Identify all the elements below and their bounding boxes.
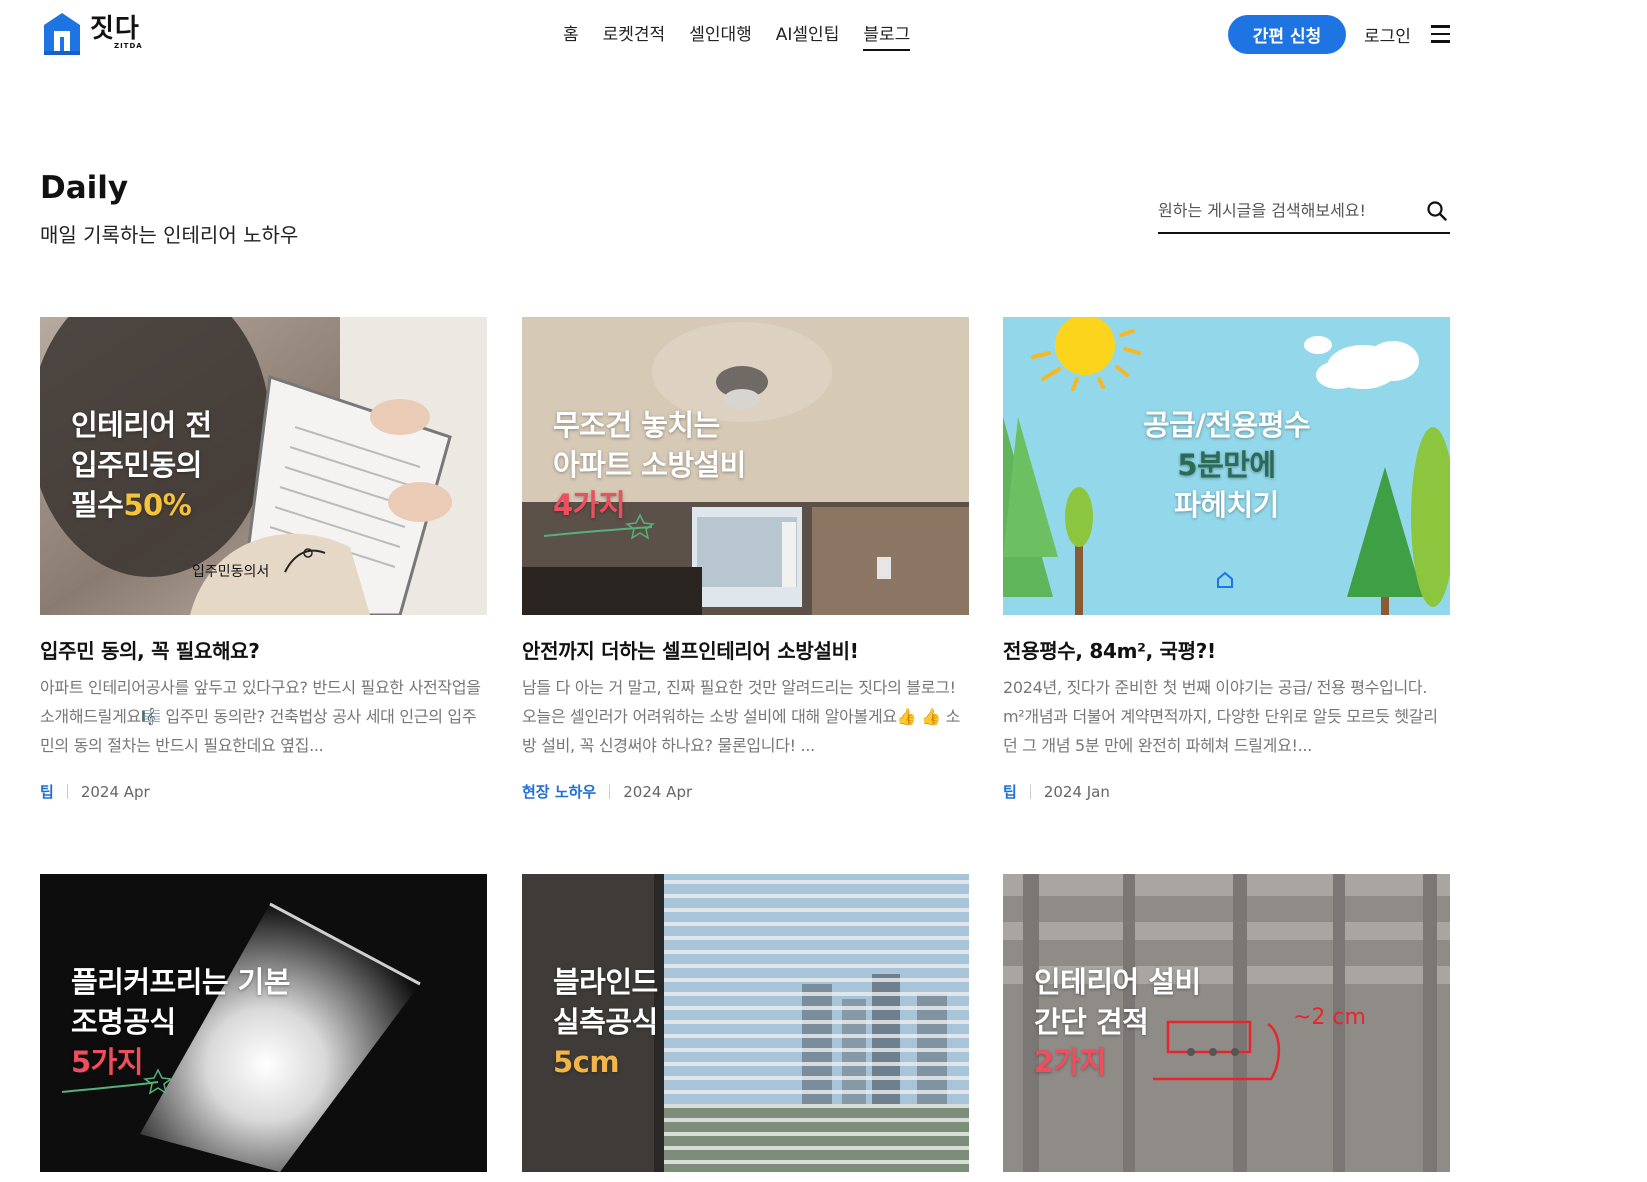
post-date: 2024 Apr xyxy=(80,782,150,801)
post-thumbnail[interactable]: 공급/전용평수 5분만에 파헤치기 xyxy=(1003,317,1450,615)
nav-self-interior-service[interactable]: 셀인대행 xyxy=(689,20,752,51)
post-thumbnail[interactable]: 블라인드 실측공식 5cm xyxy=(522,874,969,1172)
hamburger-menu-icon[interactable] xyxy=(1431,25,1451,43)
nav-ai-tips[interactable]: AI셀인팁 xyxy=(776,20,840,51)
post-thumbnail[interactable]: 무조건 놓치는 아파트 소방설비 4가지 xyxy=(522,317,969,615)
post-title[interactable]: 입주민 동의, 꼭 필요해요? xyxy=(40,635,260,664)
thumbnail-headline: 무조건 놓치는 아파트 소방설비 4가지 xyxy=(553,408,746,522)
quick-apply-button[interactable]: 간편 신청 xyxy=(1228,15,1346,54)
nav-home[interactable]: 홈 xyxy=(563,20,579,51)
thumbnail-caption: 입주민동의서 xyxy=(192,564,270,580)
post-title[interactable]: 전용평수, 84m², 국평?! xyxy=(1003,635,1216,664)
post-date: 2024 Apr xyxy=(623,782,693,801)
nav-rocket-estimate[interactable]: 로켓견적 xyxy=(603,20,666,51)
meta-divider xyxy=(609,784,611,799)
main-nav: 홈 로켓견적 셀인대행 AI셀인팁 블로그 xyxy=(563,20,911,51)
search-input[interactable] xyxy=(1158,196,1408,224)
zitda-logo[interactable]: 짓다 ZITDA xyxy=(40,9,143,56)
thumbnail-headline: 공급/전용평수 5분만에 파헤치기 xyxy=(1142,408,1311,522)
top-header: 짓다 ZITDA 홈 로켓견적 셀인대행 AI셀인팁 블로그 간편 신청 로그인 xyxy=(0,0,1647,70)
house-logo-icon xyxy=(44,13,80,55)
page-subtitle: 매일 기록하는 인테리어 노하우 xyxy=(40,223,299,247)
page-title: Daily xyxy=(40,170,129,206)
post-date: 2024 Jan xyxy=(1043,782,1110,801)
post-meta: 팁 2024 Apr xyxy=(40,781,150,802)
post-category-tag[interactable]: 현장 노하우 xyxy=(522,781,596,802)
post-meta: 현장 노하우 2024 Apr xyxy=(522,781,692,802)
logo-subtext: ZITDA xyxy=(114,41,143,50)
nav-blog[interactable]: 블로그 xyxy=(863,20,911,51)
login-link[interactable]: 로그인 xyxy=(1364,22,1411,47)
post-thumbnail[interactable]: ~2 cm 인테리어 설비 간단 견적 2가지 xyxy=(1003,874,1450,1172)
post-thumbnail[interactable]: 플리커프리는 기본 조명공식 5가지 xyxy=(40,874,487,1172)
meta-divider xyxy=(66,784,68,799)
post-excerpt: 2024년, 짓다가 준비한 첫 번째 이야기는 공급/ 전용 평수입니다. m… xyxy=(1003,678,1438,755)
search-box xyxy=(1158,192,1450,234)
post-category-tag[interactable]: 팁 xyxy=(40,781,54,802)
search-icon[interactable] xyxy=(1426,200,1448,222)
post-excerpt: 아파트 인테리어공사를 앞두고 있다구요? 반드시 필요한 사전작업을 소개해드… xyxy=(40,678,481,755)
meta-divider xyxy=(1029,784,1031,799)
svg-text:~2 cm: ~2 cm xyxy=(1293,1005,1366,1030)
logo-text: 짓다 xyxy=(90,13,140,44)
post-meta: 팁 2024 Jan xyxy=(1003,781,1110,802)
post-thumbnail[interactable]: 인테리어 전 입주민동의 필수50% 입주민동의서 xyxy=(40,317,487,615)
post-title[interactable]: 안전까지 더하는 셀프인테리어 소방설비! xyxy=(522,635,859,664)
post-category-tag[interactable]: 팁 xyxy=(1003,781,1017,802)
thumbnail-headline: 인테리어 설비 간단 견적 2가지 xyxy=(1034,965,1201,1079)
thumbnail-headline: 블라인드 실측공식 5cm xyxy=(553,965,658,1079)
thumbnail-headline: 인테리어 전 입주민동의 필수50% xyxy=(71,408,212,522)
thumbnail-headline: 플리커프리는 기본 조명공식 5가지 xyxy=(71,965,291,1079)
post-excerpt: 남들 다 아는 거 말고, 진짜 필요한 것만 알려드리는 짓다의 블로그! 오… xyxy=(522,678,961,755)
